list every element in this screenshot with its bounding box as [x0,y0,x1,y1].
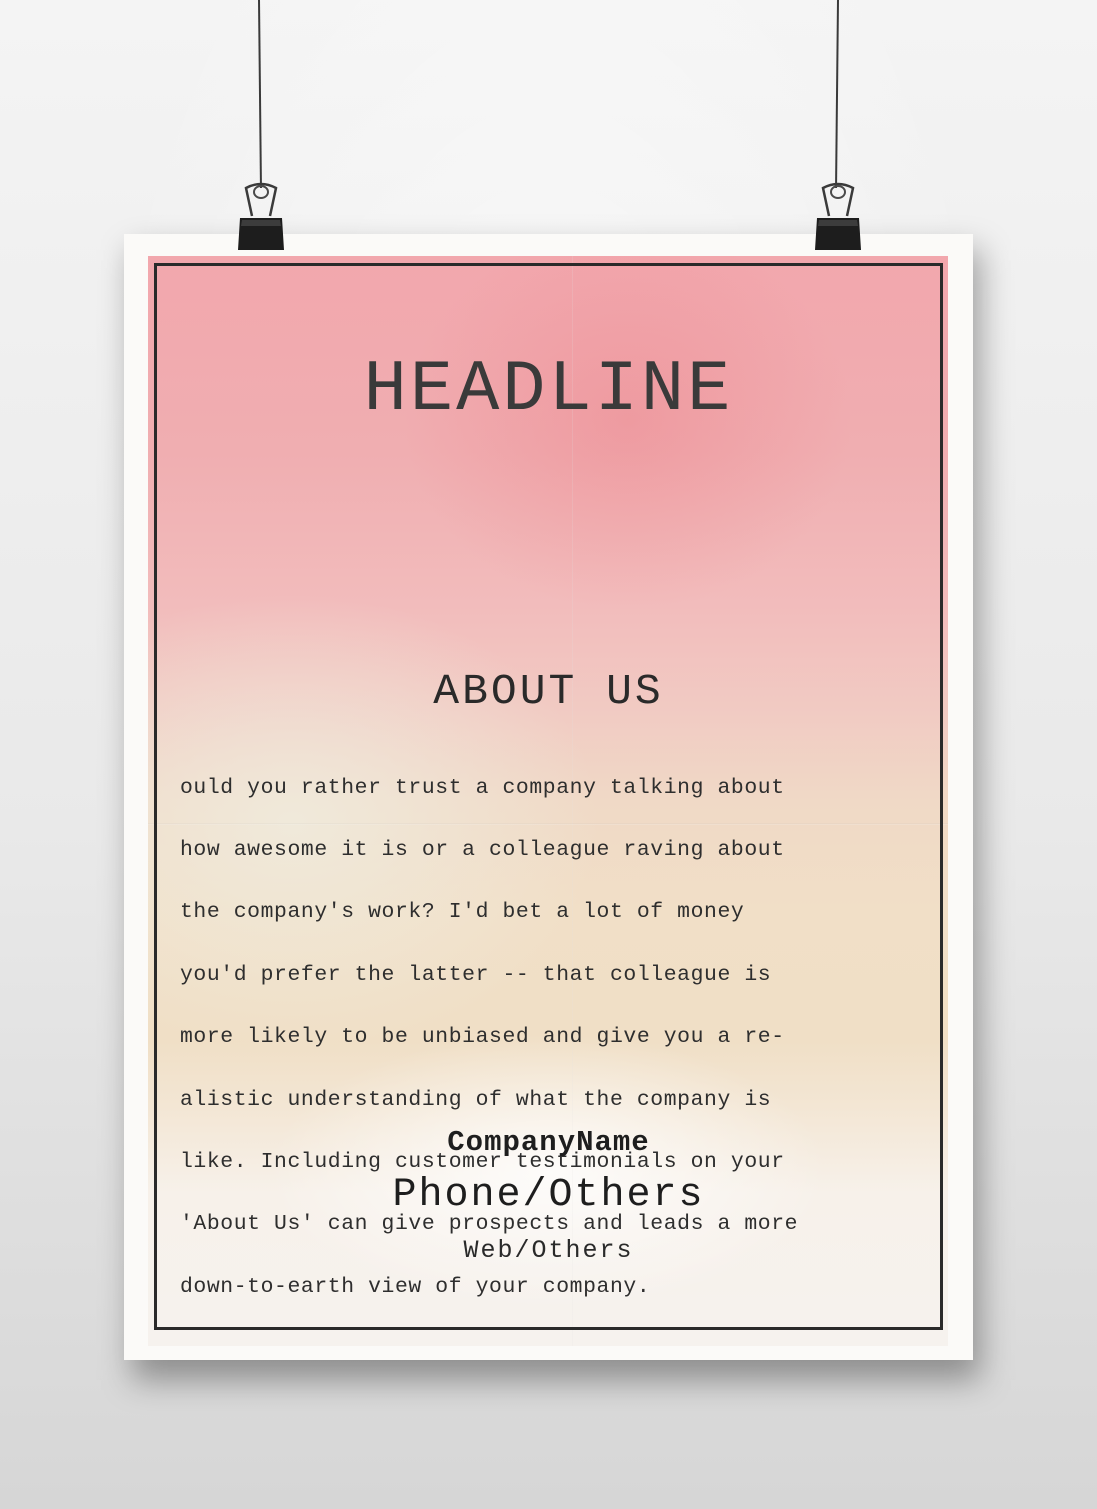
hanging-string-right [835,0,839,189]
about-body-line: the company's work? I'd bet a lot of mon… [180,900,745,925]
about-body-line: you'd prefer the latter -- that colleagu… [180,962,772,987]
hanging-string-left [258,0,262,189]
binder-clip-icon [238,182,284,252]
poster: HEADLINE ABOUT US ould you rather trust … [124,234,973,1360]
about-us-title: ABOUT US [433,667,664,716]
about-body-line: ould you rather trust a company talking … [180,775,785,800]
web-info: Web/Others [463,1236,634,1265]
binder-clip-icon [815,182,861,252]
phone-info: Phone/Others [392,1173,705,1218]
poster-headline: HEADLINE [363,349,734,431]
about-body-line: how awesome it is or a colleague raving … [180,837,785,862]
about-body-line: more likely to be unbiased and give you … [180,1025,785,1050]
about-body-line: down-to-earth view of your company. [180,1274,651,1299]
company-name: CompanyName [447,1126,650,1159]
about-body-line: alistic understanding of what the compan… [180,1087,772,1112]
